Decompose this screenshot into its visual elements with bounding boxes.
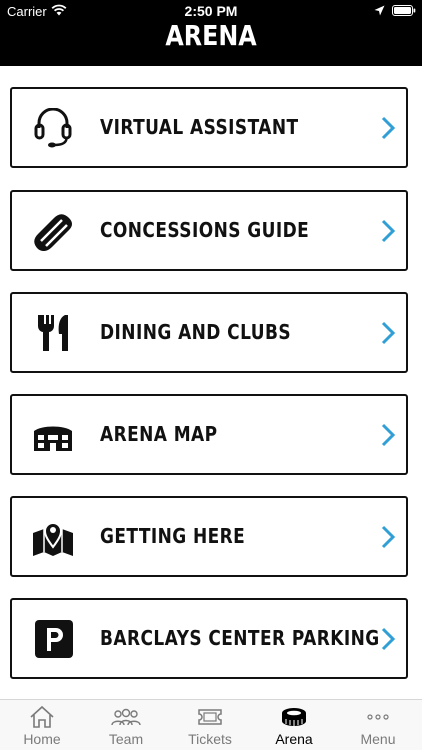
arena-icon — [282, 708, 306, 726]
home-icon — [30, 705, 54, 728]
tab-label: Home — [23, 731, 61, 747]
team-icon — [111, 708, 141, 726]
menu-item-label: ARENA MAP — [100, 422, 218, 446]
menu-item-label: VIRTUAL ASSISTANT — [100, 115, 299, 139]
tab-team[interactable]: Team — [84, 700, 168, 751]
chevron-right-icon — [381, 116, 396, 140]
page-title: ARENA — [165, 19, 257, 52]
menu-item-label: CONCESSIONS GUIDE — [100, 218, 310, 242]
tab-menu[interactable]: Menu — [336, 700, 420, 751]
map-pin-icon — [33, 522, 73, 556]
tab-label: Team — [108, 731, 144, 747]
chevron-right-icon — [381, 219, 396, 243]
chevron-right-icon — [381, 321, 396, 345]
menu-item-getting-here[interactable]: GETTING HERE — [10, 496, 408, 577]
tab-label: Tickets — [188, 731, 232, 747]
location-arrow-icon — [374, 5, 385, 16]
chevron-right-icon — [381, 525, 396, 549]
menu-item-arena-map[interactable]: ARENA MAP — [10, 394, 408, 475]
menu-item-concessions-guide[interactable]: CONCESSIONS GUIDE — [10, 190, 408, 271]
chevron-right-icon — [381, 423, 396, 447]
tab-home[interactable]: Home — [0, 700, 84, 751]
headset-icon — [34, 108, 72, 148]
menu-item-label: BARCLAYS CENTER PARKING — [100, 626, 380, 650]
tab-arena[interactable]: Arena — [252, 700, 336, 751]
more-icon — [367, 714, 389, 720]
menu-item-label: DINING AND CLUBS — [100, 320, 292, 344]
chevron-right-icon — [381, 627, 396, 651]
parking-icon — [35, 620, 73, 658]
app-header: Carrier 2:50 PM ARENA — [0, 0, 422, 66]
arena-building-icon — [34, 426, 72, 451]
tab-tickets[interactable]: Tickets — [168, 700, 252, 751]
menu-item-virtual-assistant[interactable]: VIRTUAL ASSISTANT — [10, 87, 408, 168]
hotdog-icon — [34, 214, 72, 251]
status-time: 2:50 PM — [184, 3, 238, 19]
menu-item-dining-and-clubs[interactable]: DINING AND CLUBS — [10, 292, 408, 373]
menu-item-parking[interactable]: BARCLAYS CENTER PARKING — [10, 598, 408, 679]
menu-item-label: GETTING HERE — [100, 524, 246, 548]
tab-label: Arena — [275, 731, 313, 747]
ticket-icon — [198, 709, 222, 725]
tab-label: Menu — [360, 731, 396, 747]
battery-icon — [392, 5, 416, 16]
tab-bar: Home Team Tickets Arena Menu — [0, 699, 422, 750]
fork-knife-icon — [38, 315, 68, 351]
